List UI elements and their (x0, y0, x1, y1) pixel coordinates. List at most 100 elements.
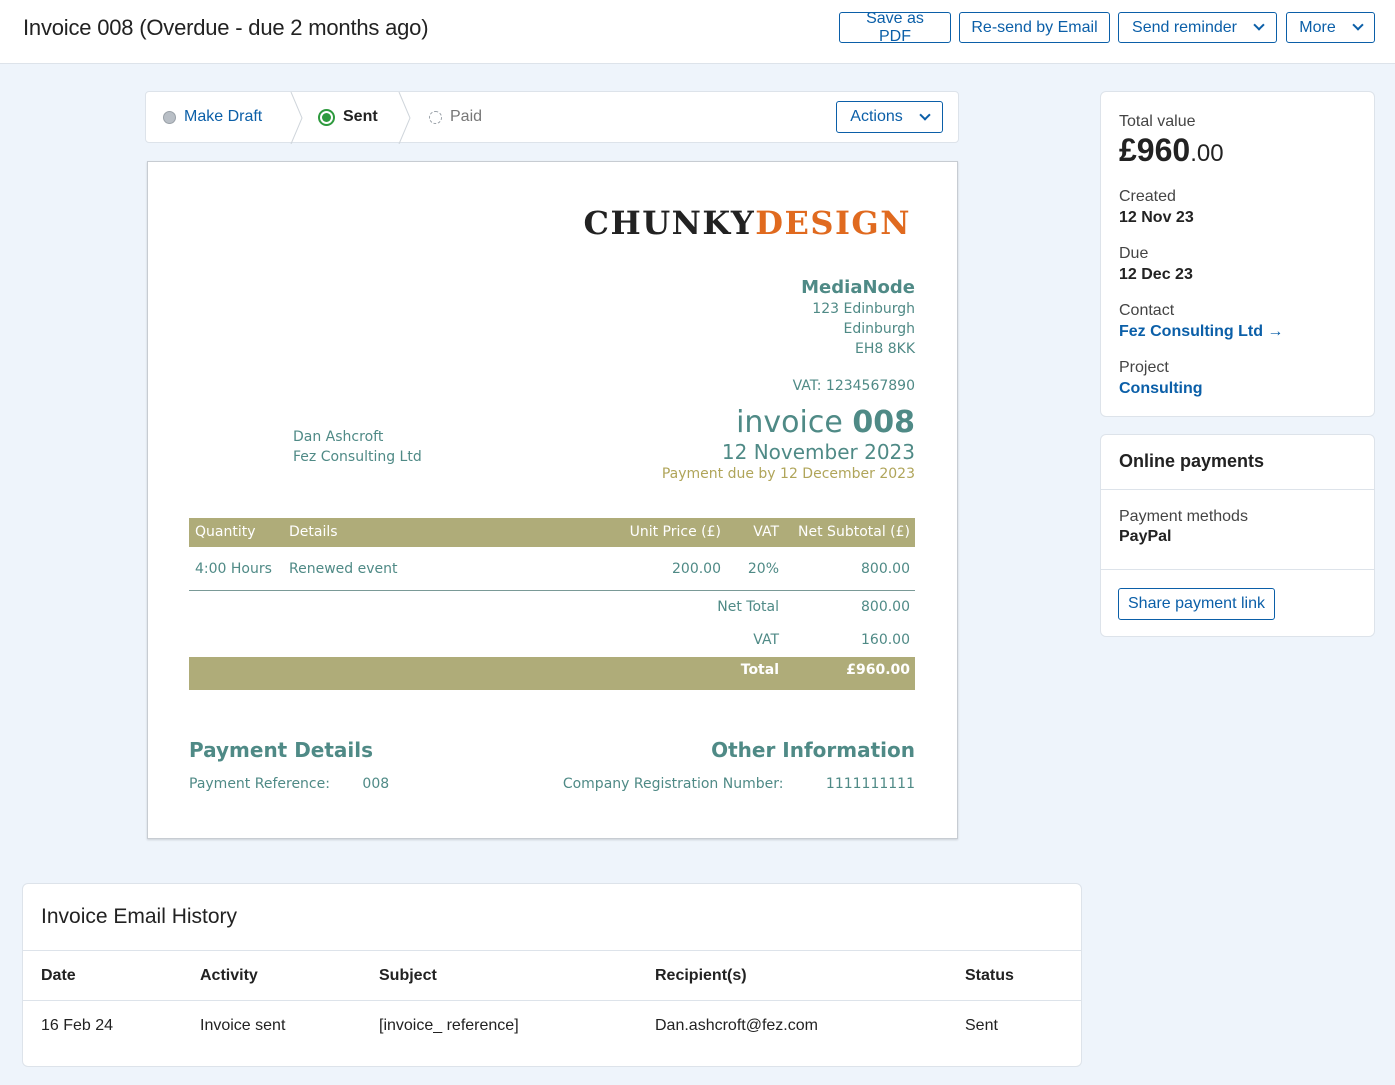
due-field: Due 12 Dec 23 (1119, 244, 1356, 286)
grand-total-row: Total £960.00 (189, 657, 915, 690)
invoice-date: 12 November 2023 (721, 440, 915, 464)
project-link[interactable]: Consulting (1119, 378, 1356, 400)
email-history-card: Invoice Email History Date Activity Subj… (22, 883, 1082, 1067)
total-value: Total value £960.00 (1119, 112, 1356, 172)
created-value: 12 Nov 23 (1119, 209, 1194, 226)
column-header-date: Date (41, 967, 76, 984)
invoice-summary-card: Total value £960.00 Created 12 Nov 23 Du… (1100, 91, 1375, 417)
email-history-title: Invoice Email History (23, 884, 1081, 951)
header-unit-price: Unit Price (£) (629, 524, 721, 540)
row-status: Sent (965, 1017, 998, 1034)
created-label: Created (1119, 188, 1176, 205)
recipient-company: Fez Consulting Ltd (293, 449, 422, 465)
more-button[interactable]: More (1286, 12, 1375, 43)
chevron-down-icon (1253, 19, 1265, 31)
share-payment-link-button[interactable]: Share payment link (1118, 588, 1275, 620)
item-unit-price: 200.00 (672, 561, 721, 577)
invoice-heading: invoice 008 12 November 2023 Payment due… (662, 405, 915, 485)
recipient-name: Dan Ashcroft (293, 429, 384, 445)
line-items-header: Quantity Details Unit Price (£) VAT Net … (189, 518, 915, 547)
sender-postcode: EH8 8KK (855, 341, 915, 357)
project-label: Project (1119, 359, 1169, 376)
header-quantity: Quantity (195, 524, 256, 540)
vat-total-value: 160.00 (861, 632, 910, 648)
status-step-label: Make Draft (184, 108, 263, 125)
company-reg-label: Company Registration Number: (562, 776, 784, 792)
header-net-subtotal: Net Subtotal (£) (798, 524, 910, 540)
row-activity: Invoice sent (200, 1017, 286, 1034)
line-item-row: 4:00 Hours Renewed event 200.00 20% 800.… (189, 547, 915, 591)
company-reg-value: 1111111111 (825, 776, 915, 792)
created-field: Created 12 Nov 23 (1119, 187, 1356, 229)
invoice-word: invoice (736, 405, 843, 440)
company-registration: Company Registration Number: 1111111111 (563, 776, 915, 792)
invoice-status-bar: Make Draft Sent Paid Actions (145, 91, 959, 144)
status-step-label: Paid (450, 108, 483, 125)
payment-reference-value: 008 (362, 776, 390, 792)
payment-methods-value: PayPal (1119, 528, 1172, 545)
item-vat: 20% (747, 561, 779, 577)
top-header: Invoice 008 (Overdue - due 2 months ago)… (0, 0, 1395, 64)
paid-radio-icon (429, 110, 442, 124)
invoice-document: CHUNKYDESIGN MediaNode 123 Edinburgh Edi… (147, 161, 958, 839)
row-recipient: Dan.ashcroft@fez.com (655, 1017, 818, 1034)
step-separator-icon (398, 92, 411, 144)
net-total-label: Net Total (717, 599, 779, 615)
status-step-sent: Sent (318, 92, 378, 142)
due-label: Due (1119, 245, 1149, 262)
resend-by-email-button[interactable]: Re-send by Email (959, 12, 1110, 43)
actions-label: Actions (850, 108, 903, 125)
chevron-down-icon (919, 108, 931, 121)
draft-radio-icon (163, 110, 176, 124)
sender-address-line: Edinburgh (843, 321, 915, 337)
more-label: More (1299, 18, 1336, 36)
column-header-status: Status (965, 967, 1014, 984)
total-value-label: Total value (1119, 113, 1196, 130)
item-quantity: 4:00 Hours (195, 561, 272, 577)
payment-methods: Payment methods PayPal (1101, 490, 1374, 570)
contact-link[interactable]: Fez Consulting Ltd → (1119, 321, 1356, 343)
sender-company: MediaNode (801, 277, 915, 298)
total-value-amount: £960.00 (1119, 132, 1356, 172)
project-field: Project Consulting (1119, 358, 1356, 400)
online-payments-title: Online payments (1101, 435, 1374, 490)
table-row: 16 Feb 24 Invoice sent [invoice_ referen… (23, 1001, 1081, 1051)
total-value-pence: .00 (1190, 140, 1224, 167)
other-information-title: Other Information (711, 738, 915, 762)
status-step-label: Sent (343, 108, 378, 125)
item-details: Renewed event (289, 561, 398, 577)
actions-button[interactable]: Actions (836, 101, 943, 133)
online-payments-card: Online payments Payment methods PayPal S… (1100, 434, 1375, 637)
column-header-activity: Activity (200, 967, 258, 984)
status-step-make-draft[interactable]: Make Draft (163, 92, 262, 142)
status-step-paid: Paid (429, 92, 482, 142)
total-label: Total (740, 662, 779, 678)
send-reminder-button[interactable]: Send reminder (1118, 12, 1277, 43)
chevron-down-icon (1352, 19, 1364, 31)
net-total-value: 800.00 (861, 599, 910, 615)
invoice-number: 008 (852, 405, 915, 440)
contact-label: Contact (1119, 302, 1175, 319)
line-items-table: Quantity Details Unit Price (£) VAT Net … (189, 518, 915, 690)
payment-reference-label: Payment Reference: (189, 776, 330, 792)
sender-address-line: 123 Edinburgh (812, 301, 915, 317)
column-header-recipients: Recipient(s) (655, 967, 747, 984)
row-date: 16 Feb 24 (41, 1017, 114, 1034)
sent-check-icon (318, 108, 335, 126)
company-logo: CHUNKYDESIGN (584, 204, 911, 242)
net-total-row: Net Total 800.00 (189, 591, 915, 624)
payment-reference: Payment Reference: 008 (189, 776, 389, 792)
save-as-pdf-button[interactable]: Save as PDF (839, 10, 951, 45)
step-separator-icon (290, 92, 303, 144)
payment-methods-label: Payment methods (1119, 508, 1248, 525)
vat-number: VAT: 1234567890 (792, 378, 915, 394)
total-value: £960.00 (846, 662, 910, 678)
contact-field: Contact Fez Consulting Ltd → (1119, 301, 1356, 343)
item-net-subtotal: 800.00 (861, 561, 910, 577)
vat-total-row: VAT 160.00 (189, 624, 915, 657)
logo-text-chunky: CHUNKY (583, 204, 756, 242)
logo-text-design: DESIGN (755, 204, 911, 242)
vat-total-label: VAT (753, 632, 779, 648)
payment-details-title: Payment Details (189, 738, 374, 762)
column-header-subject: Subject (379, 967, 437, 984)
